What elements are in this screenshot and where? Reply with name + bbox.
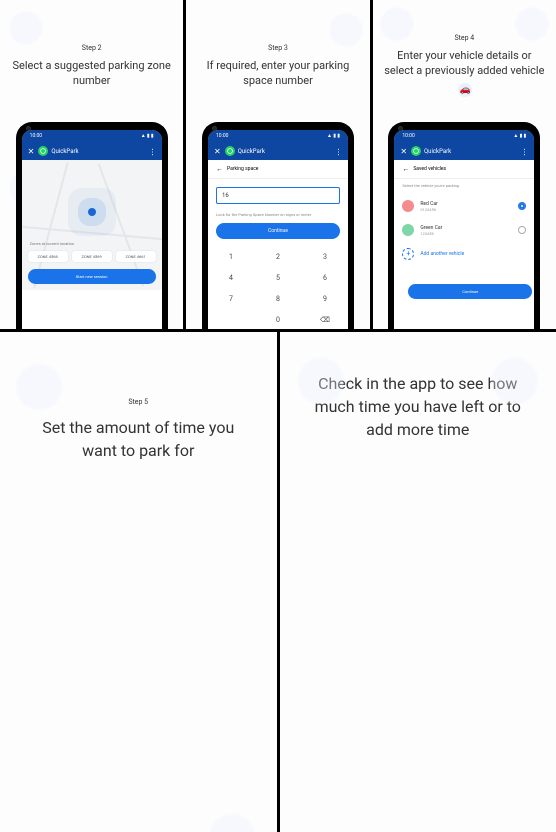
- key-3[interactable]: 3: [302, 247, 348, 267]
- vehicle-avatar-icon: [402, 200, 414, 212]
- sheet-header: ← Parking space: [208, 160, 348, 179]
- panel-step5: Step 5 Set the amount of time you want t…: [0, 332, 280, 832]
- plus-icon: +: [402, 248, 414, 260]
- app-bar: ✕ QuickPark ⋯: [22, 142, 162, 160]
- key-6[interactable]: 6: [302, 268, 348, 288]
- radio-selected[interactable]: [518, 202, 526, 210]
- app-logo-icon: [225, 146, 235, 156]
- step-caption: Select a suggested parking zone number: [0, 52, 183, 95]
- app-title: QuickPark: [51, 148, 148, 155]
- map-view[interactable]: Zones at current location ZONE 4568 ZONE…: [22, 160, 162, 290]
- step-caption: Check in the app to see how much time yo…: [280, 362, 556, 452]
- close-icon[interactable]: ✕: [400, 147, 407, 156]
- space-number-input[interactable]: 16: [216, 187, 340, 204]
- zone-chip[interactable]: ZONE 4661: [116, 251, 156, 262]
- radio-unselected[interactable]: [518, 226, 526, 234]
- key-8[interactable]: 8: [255, 289, 301, 309]
- overflow-menu-icon[interactable]: ⋯: [520, 148, 529, 155]
- panel-step2: Step 2 Select a suggested parking zone n…: [0, 0, 186, 329]
- panel-check-in: Check in the app to see how much time yo…: [280, 332, 556, 832]
- input-hint: Look for the Parking Space Number on sig…: [216, 212, 340, 217]
- zone-chip[interactable]: ZONE 4568: [28, 251, 68, 262]
- overflow-menu-icon[interactable]: ⋯: [334, 148, 343, 155]
- overflow-menu-icon[interactable]: ⋯: [148, 148, 157, 155]
- continue-button[interactable]: Continue: [216, 223, 340, 239]
- back-arrow-icon[interactable]: ←: [402, 165, 409, 173]
- panel-step4: Step 4 Enter your vehicle details or sel…: [373, 0, 556, 329]
- phone-frame: 10:00▲ ▮ ▮ ✕ QuickPark ⋯ ←Saved vehicles…: [388, 122, 540, 329]
- step-label: Step 4: [373, 34, 556, 42]
- app-logo-icon: [411, 146, 421, 156]
- key-2[interactable]: 2: [255, 247, 301, 267]
- key-empty: [208, 310, 254, 329]
- location-dot-icon: [88, 208, 96, 216]
- key-1[interactable]: 1: [208, 247, 254, 267]
- key-backspace[interactable]: ⌫: [302, 310, 348, 329]
- app-logo-icon: [38, 146, 48, 156]
- close-icon[interactable]: ✕: [214, 147, 221, 156]
- phone-frame: 10:00▲ ▮ ▮ ✕ QuickPark ⋯ Zones at curren…: [16, 122, 168, 329]
- zones-heading: Zones at current location: [30, 241, 74, 246]
- continue-button[interactable]: Continue: [408, 284, 532, 299]
- panel-step3: Step 3 If required, enter your parking s…: [186, 0, 372, 329]
- vehicle-row[interactable]: Green Car123456: [394, 218, 534, 242]
- step-caption: Set the amount of time you want to park …: [0, 406, 277, 472]
- close-icon[interactable]: ✕: [28, 147, 35, 156]
- phone-frame: 10:00▲ ▮ ▮ ✕ QuickPark ⋯ ← Parking space…: [202, 122, 354, 329]
- add-vehicle-row[interactable]: + Add another vehicle: [394, 242, 534, 266]
- vehicle-avatar-icon: [402, 224, 414, 236]
- key-5[interactable]: 5: [255, 268, 301, 288]
- step-label: Step 3: [186, 44, 369, 52]
- step-label: Step 5: [0, 398, 277, 406]
- back-arrow-icon[interactable]: ←: [216, 165, 223, 173]
- step-label: Step 2: [0, 44, 183, 52]
- subheader: Select the vehicle you're parking: [402, 183, 526, 188]
- status-bar: 10:00▲ ▮ ▮: [22, 130, 162, 142]
- step-caption: Enter your vehicle details or select a p…: [373, 42, 556, 103]
- car-icon: 🚗: [458, 83, 472, 97]
- key-4[interactable]: 4: [208, 268, 254, 288]
- zone-chip[interactable]: ZONE 4569: [72, 251, 112, 262]
- step-caption: If required, enter your parking space nu…: [186, 52, 369, 95]
- numeric-keypad: 1 2 3 4 5 6 7 8 9 0 ⌫: [208, 247, 348, 329]
- key-0[interactable]: 0: [255, 310, 301, 329]
- start-session-button[interactable]: Start new session: [28, 269, 156, 284]
- vehicle-row[interactable]: Red Car0123456: [394, 194, 534, 218]
- key-9[interactable]: 9: [302, 289, 348, 309]
- key-7[interactable]: 7: [208, 289, 254, 309]
